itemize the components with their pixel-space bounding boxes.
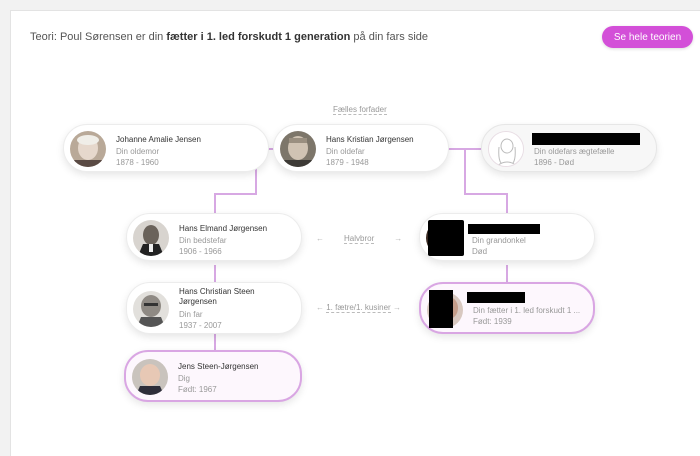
arrow-right-icon: → [392,303,401,312]
redacted-photo [428,220,464,256]
avatar [280,131,316,167]
redacted-name [467,292,525,303]
person-relation: Din far [179,310,203,319]
person-relation: Din fætter i 1. led forskudt 1 ... [473,306,581,315]
theory-suffix: på din fars side [353,31,429,43]
half-brother-relation: ← Halvbror → [316,234,403,244]
person-name: Jens Steen-Jørgensen [178,362,259,371]
person-card-grandfather[interactable]: Hans Elmand Jørgensen Din bedstefar 1906… [126,213,302,261]
person-card-great-grandfather[interactable]: Hans Kristian Jørgensen Din oldefar 1879… [273,124,449,172]
redacted-name [468,224,540,234]
person-card-me[interactable]: Jens Steen-Jørgensen Dig Født: 1967 [124,350,302,402]
person-relation: Dig [178,374,191,383]
person-relation: Din oldemor [116,147,160,156]
person-lifespan: 1906 - 1966 [179,247,222,256]
person-lifespan: 1937 - 2007 [179,321,222,330]
arrow-left-icon: ← [316,303,324,312]
cousin-relation-label[interactable]: 1. fætre/1. kusiner [326,303,391,313]
person-relation: Din oldefar [326,147,365,156]
person-lifespan: Død [472,247,488,256]
connector-to-me [214,333,216,351]
theory-relation: fætter i 1. led forskudt 1 generation [166,31,351,43]
cousin-relation: ← 1. fætre/1. kusiner → [316,303,401,313]
person-card-great-grandmother[interactable]: Johanne Amalie Jensen Din oldemor 1878 -… [63,124,269,172]
person-relation: Din oldefars ægtefælle [534,147,615,156]
person-name: Hans Christian Steen Jørgensen [179,287,255,306]
person-lifespan: 1878 - 1960 [116,158,159,167]
avatar [133,220,169,256]
connector-horizontal-left [214,193,257,195]
person-lifespan: 1879 - 1948 [326,158,369,167]
connector-to-cousin [506,265,508,282]
connector-down-right [464,148,466,194]
person-card-granduncle[interactable]: Din grandonkel Død [419,213,595,261]
person-card-cousin[interactable]: Din fætter i 1. led forskudt 1 ... Født:… [419,282,595,334]
see-full-theory-button[interactable]: Se hele teorien [602,26,693,48]
arrow-right-icon: → [394,234,403,243]
person-name: Hans Elmand Jørgensen [179,224,268,233]
person-name: Johanne Amalie Jensen [116,135,201,144]
person-relation: Din bedstefar [179,236,227,245]
half-brother-label[interactable]: Halvbror [344,234,375,244]
person-lifespan: Født: 1967 [178,385,217,394]
person-card-father[interactable]: Hans Christian Steen Jørgensen Din far 1… [126,282,302,334]
redacted-name [532,133,640,145]
person-relation: Din grandonkel [472,236,526,245]
avatar [70,131,106,167]
person-lifespan: 1896 - Død [534,158,575,167]
tree-panel [10,10,700,456]
connector-to-granduncle [506,193,508,214]
person-lifespan: Født: 1939 [473,317,512,326]
arrow-left-icon: ← [316,234,324,243]
connector-to-grandfather [214,193,216,214]
connector-horizontal-right [464,193,508,195]
theory-description: Teori: Poul Sørensen er din fætter i 1. … [30,31,428,43]
placeholder-avatar-icon [488,131,524,167]
connector-to-father [214,265,216,282]
theory-prefix: Teori: Poul Sørensen er din [30,31,164,43]
avatar [133,291,169,327]
redacted-photo [429,290,453,328]
person-name: Hans Kristian Jørgensen [326,135,414,144]
person-card-great-grandfather-spouse[interactable]: Din oldefars ægtefælle 1896 - Død [481,124,657,172]
common-ancestor-label[interactable]: Fælles forfader [333,105,387,115]
avatar [132,359,168,395]
